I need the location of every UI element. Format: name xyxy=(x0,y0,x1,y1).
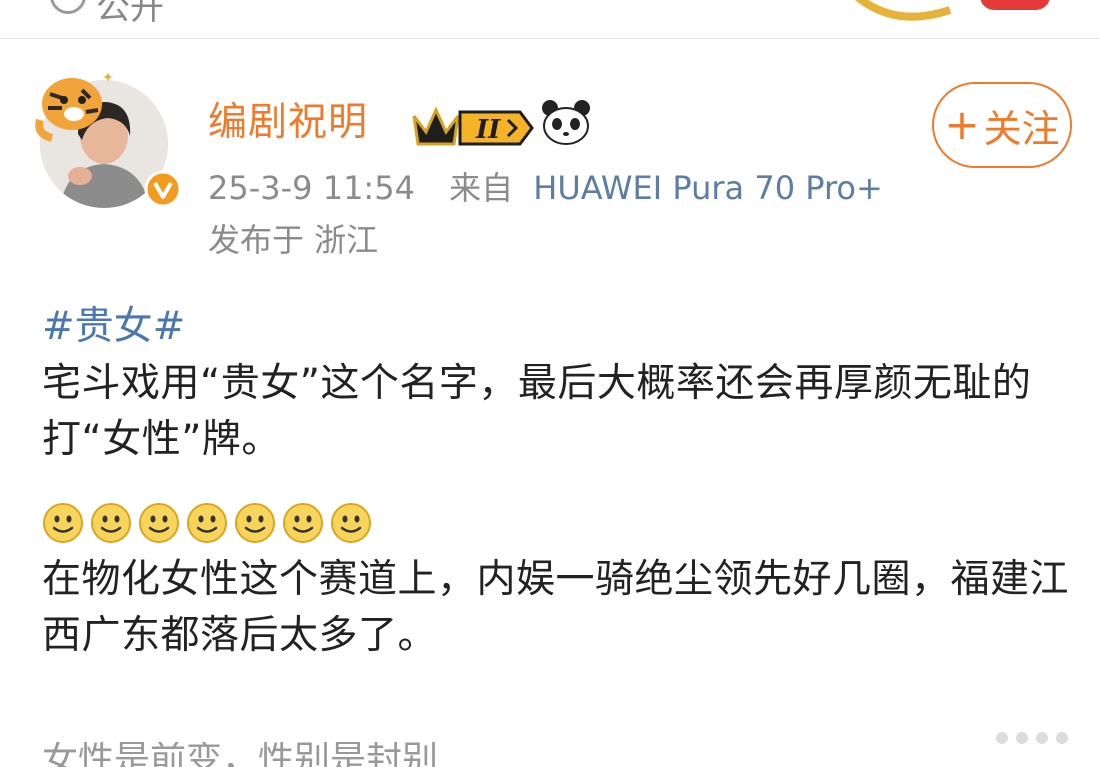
smile-emoji-icon xyxy=(43,503,83,543)
post-paragraph-1: 宅斗戏用“贵女”这个名字，最后大概率还会再厚颜无耻的打“女性”牌。 xyxy=(42,361,1032,462)
post-paragraph-2: 在物化女性这个赛道上，内娱一骑绝尘领先好几圈，福建江西广东都落后太多了。 xyxy=(42,557,1070,658)
follow-label: 关注 xyxy=(983,106,1060,151)
emoji-row xyxy=(42,502,372,548)
crown-level-badge-icon: II xyxy=(412,106,534,146)
svg-text:II: II xyxy=(475,115,501,145)
post-timestamp: 25-3-9 11:54 xyxy=(208,169,415,207)
publish-label: 公开 xyxy=(96,0,164,28)
tiger-decoration-icon: ✦ xyxy=(35,70,114,142)
smile-emoji-icon xyxy=(283,503,323,543)
more-dots-icon xyxy=(996,732,1068,744)
smile-emoji-icon xyxy=(139,503,179,543)
plus-icon: + xyxy=(944,100,980,149)
panda-badge-icon xyxy=(542,100,590,145)
post-meta: 25-3-9 11:54 来自 HUAWEI Pura 70 Pro+ xyxy=(208,166,883,210)
public-icon xyxy=(50,0,86,14)
author-avatar[interactable]: ✦ xyxy=(32,64,182,214)
smile-emoji-icon xyxy=(331,503,371,543)
smile-emoji-icon xyxy=(91,503,131,543)
follow-button[interactable]: + 关注 xyxy=(932,82,1072,168)
svg-text:✦: ✦ xyxy=(102,70,114,86)
source-prefix: 来自 xyxy=(449,169,514,207)
truncated-text: 女性是前变，性别是封别 xyxy=(42,742,439,767)
smile-emoji-icon xyxy=(235,503,275,543)
festive-decoration-icon xyxy=(855,0,1050,21)
device-link[interactable]: HUAWEI Pura 70 Pro+ xyxy=(533,169,883,207)
verified-icon xyxy=(144,170,182,208)
topic-link[interactable]: #贵女# xyxy=(42,300,185,354)
author-name[interactable]: 编剧祝明 xyxy=(208,98,368,148)
smile-emoji-icon xyxy=(187,503,227,543)
post-location: 发布于 浙江 xyxy=(208,221,379,259)
top-bar: 公开 xyxy=(0,0,1100,39)
